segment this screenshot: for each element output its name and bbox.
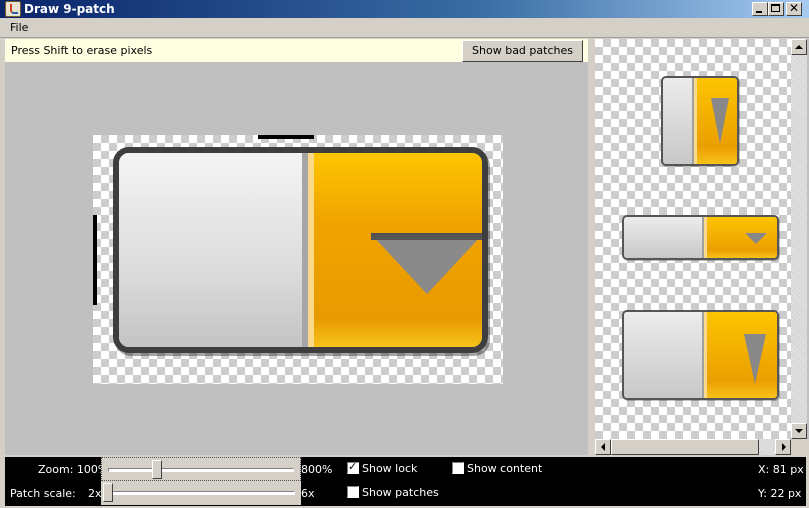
y-coordinate-readout: Y: 22 px [758, 487, 802, 500]
minimize-icon [756, 11, 762, 13]
patch-scale-label: Patch scale: [10, 487, 76, 500]
scroll-up-button[interactable] [791, 39, 807, 55]
preview-orange-segment [694, 78, 737, 164]
button-gray-segment [119, 153, 308, 347]
patch-scale-slider-track [107, 491, 295, 495]
show-bad-patches-button[interactable]: Show bad patches [462, 40, 583, 62]
preview-orange-segment [703, 312, 777, 398]
show-lock-label[interactable]: Show lock [362, 462, 417, 475]
square-preview [661, 76, 739, 166]
nine-patch-image [113, 147, 488, 353]
wide-short-preview [622, 215, 779, 260]
title-bar: Draw 9-patch ✕ [0, 0, 809, 18]
patch-scale-min-label: 2x [88, 487, 102, 500]
patch-scale-slider[interactable] [101, 481, 301, 505]
x-coordinate-readout: X: 81 px [758, 463, 804, 476]
scroll-left-button[interactable] [595, 439, 611, 455]
dropdown-arrow-icon [745, 233, 767, 244]
dropdown-arrow-icon [711, 98, 730, 144]
preview-pane [595, 39, 809, 455]
patch-scale-max-label: 6x [301, 487, 315, 500]
nine-patch-canvas[interactable] [93, 135, 503, 384]
scroll-right-button[interactable] [775, 439, 791, 455]
preview-area [595, 39, 791, 439]
show-patches-label[interactable]: Show patches [362, 486, 439, 499]
arrow-down-icon [795, 429, 803, 433]
controls-bar: Zoom: 100% 800% Patch scale: 2x 6x ✓ Sho… [5, 457, 806, 506]
vertical-scrollbar[interactable] [791, 39, 807, 439]
preview-gray-segment [624, 217, 704, 258]
show-content-checkbox[interactable] [452, 462, 464, 474]
show-patches-checkbox[interactable] [347, 486, 359, 498]
editor-pane: Press Shift to erase pixels Show bad pat… [5, 39, 588, 455]
preview-orange-segment [703, 217, 777, 258]
stretch-guide-vertical[interactable] [93, 215, 97, 305]
close-icon: ✕ [789, 1, 800, 15]
close-button[interactable]: ✕ [786, 1, 802, 16]
patch-scale-slider-thumb[interactable] [103, 483, 113, 502]
scroll-down-button[interactable] [791, 423, 807, 439]
wide-tall-preview [622, 310, 779, 400]
arrow-up-icon [795, 45, 803, 49]
dropdown-arrow-icon [370, 234, 482, 295]
preview-gray-segment [624, 312, 704, 398]
checkmark-icon: ✓ [348, 460, 358, 473]
show-content-label[interactable]: Show content [467, 462, 542, 475]
zoom-slider-track [108, 468, 294, 472]
minimize-button[interactable] [752, 2, 768, 16]
maximize-icon [771, 4, 780, 12]
maximize-button[interactable] [768, 2, 784, 16]
show-lock-checkbox[interactable]: ✓ [347, 460, 359, 474]
java-app-icon [5, 1, 21, 17]
horizontal-scroll-thumb[interactable] [611, 439, 759, 455]
stretch-guide-horizontal[interactable] [258, 135, 314, 139]
zoom-slider-thumb[interactable] [152, 460, 162, 479]
horizontal-scrollbar[interactable] [595, 439, 791, 455]
dropdown-arrow-icon [744, 334, 766, 384]
menu-bar: File [0, 18, 809, 38]
arrow-right-icon [782, 443, 786, 451]
menu-file[interactable]: File [10, 21, 28, 34]
scroll-corner [791, 439, 809, 455]
zoom-slider[interactable] [101, 457, 301, 481]
zoom-max-label: 800% [301, 463, 333, 476]
zoom-label: Zoom: 100% [38, 463, 109, 476]
arrow-left-icon [601, 443, 605, 451]
button-orange-segment [307, 153, 482, 347]
window-title: Draw 9-patch [24, 2, 115, 16]
hint-bar: Press Shift to erase pixels Show bad pat… [5, 39, 588, 63]
hint-text: Press Shift to erase pixels [11, 44, 153, 57]
preview-gray-segment [663, 78, 695, 164]
